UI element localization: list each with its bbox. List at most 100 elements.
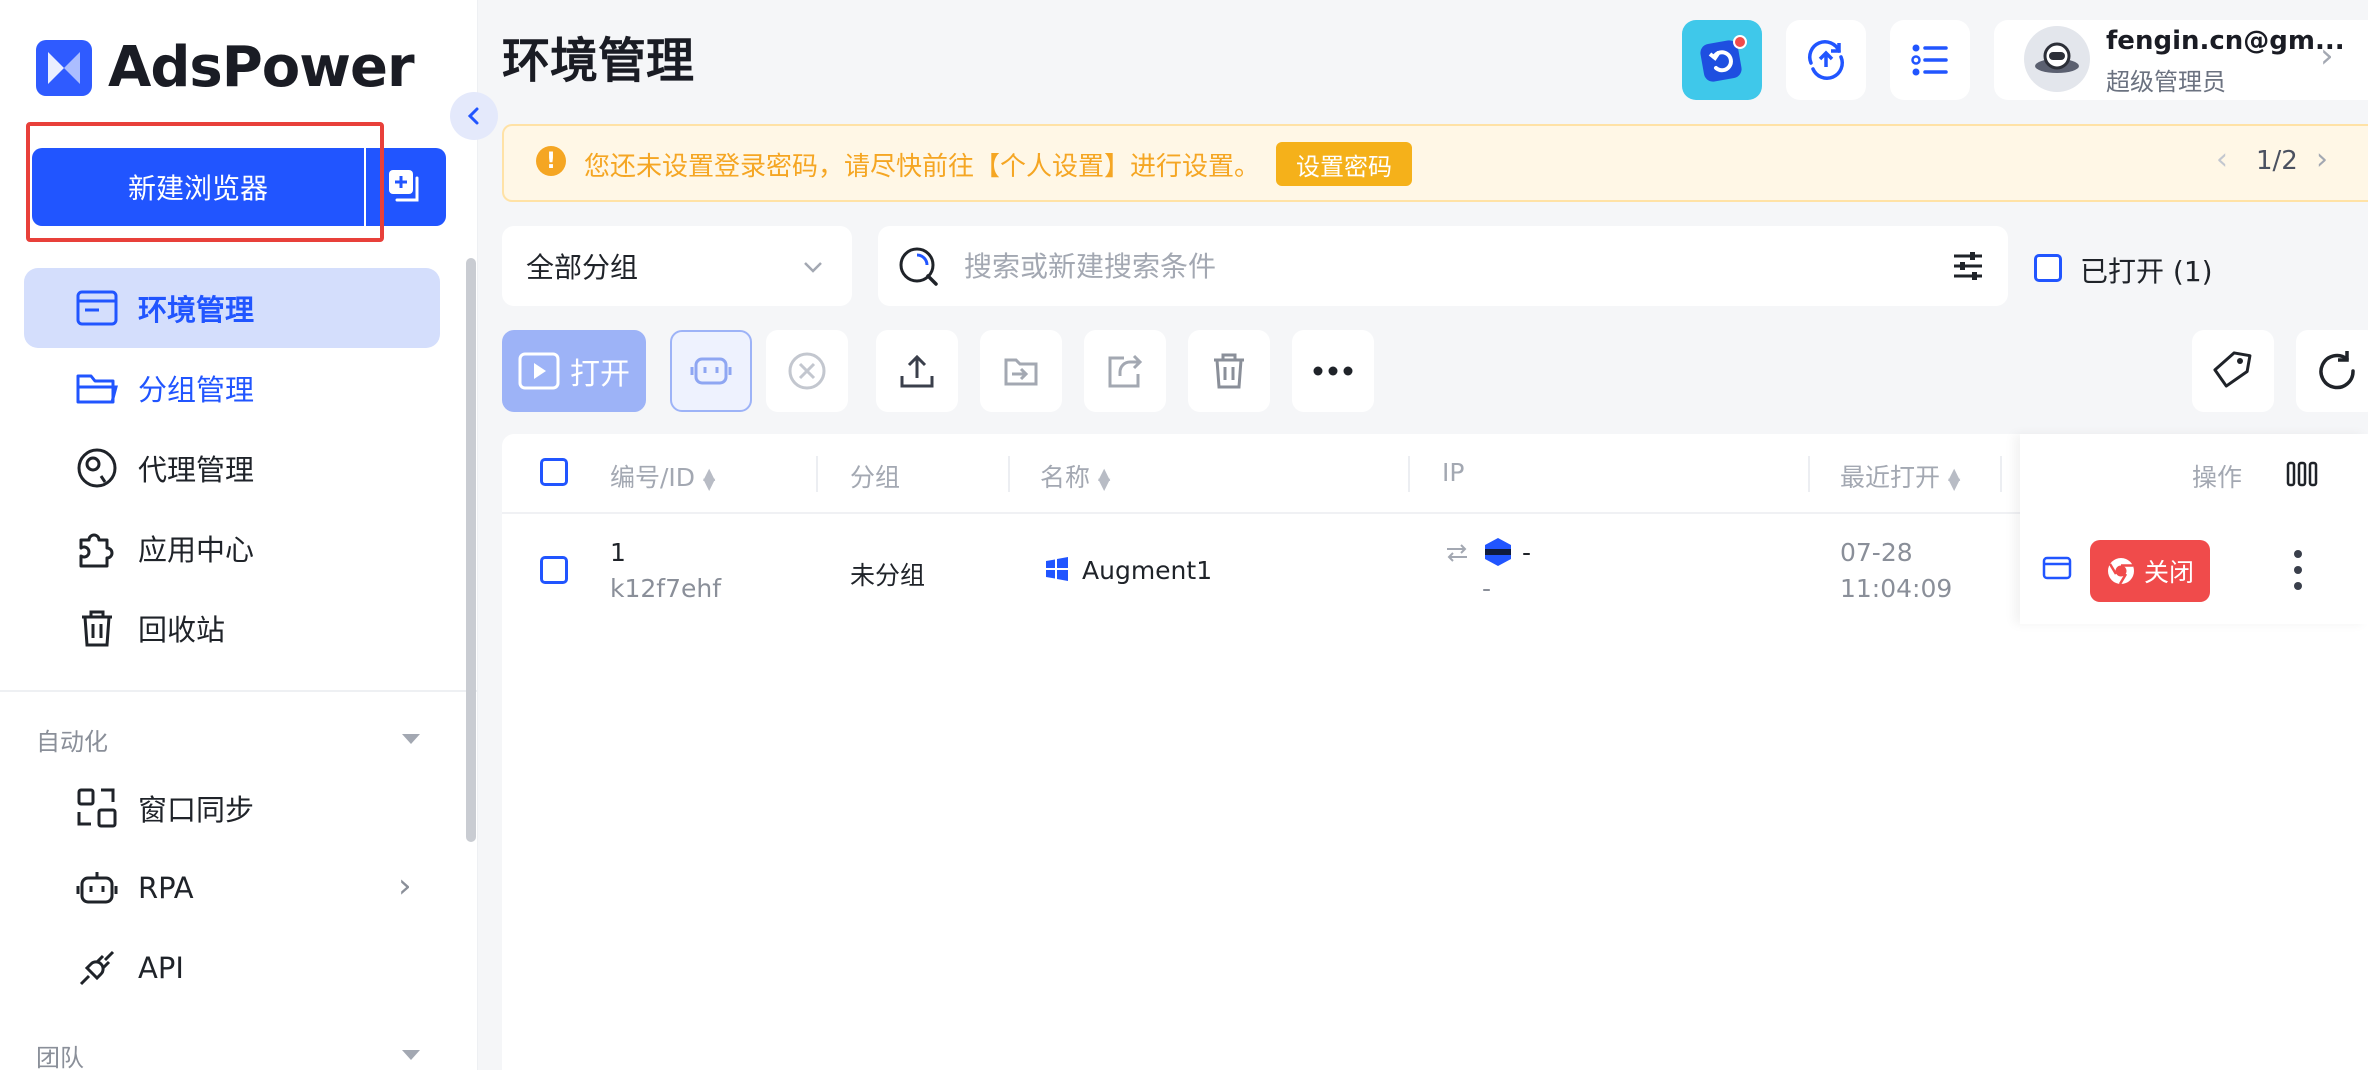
- row-ip: -: [1522, 538, 1532, 567]
- sidebar-item-groups[interactable]: 分组管理: [24, 348, 440, 428]
- sidebar-item-app-center[interactable]: 应用中心: [24, 508, 440, 588]
- sidebar-item-recycle-bin[interactable]: 回收站: [24, 588, 440, 668]
- windows-icon: [1044, 556, 1070, 586]
- trash-icon: [1214, 353, 1244, 389]
- column-divider: [1008, 456, 1010, 492]
- sidebar-item-label: 回收站: [138, 613, 226, 647]
- sidebar-item-label: API: [138, 951, 184, 985]
- window-focus-icon[interactable]: [2042, 556, 2072, 586]
- row-last-open-date: 07-28: [1840, 538, 1913, 567]
- close-browser-button[interactable]: 关闭: [2090, 540, 2210, 602]
- delete-button[interactable]: [1188, 330, 1270, 412]
- row-more-icon[interactable]: [2294, 550, 2302, 558]
- close-circle-icon: [788, 352, 826, 390]
- column-header-id[interactable]: 编号/ID ▲ ▼: [610, 458, 715, 494]
- sidebar-item-label: RPA: [138, 871, 194, 905]
- folder-icon: [74, 365, 120, 411]
- more-horizontal-icon: [1313, 366, 1353, 376]
- column-header-last-open[interactable]: 最近打开 ▲ ▼: [1840, 458, 1960, 494]
- socks5-proxy-icon: [1482, 536, 1514, 572]
- sync-upload-icon: [1808, 40, 1844, 80]
- filter-settings-icon[interactable]: [1950, 248, 1986, 288]
- app-name: AdsPower: [108, 35, 415, 100]
- move-in-icon: [1004, 358, 1038, 386]
- chevron-right-icon: ›: [398, 866, 412, 906]
- share-icon: [1108, 354, 1143, 388]
- row-checkbox[interactable]: [540, 556, 568, 584]
- caret-down-icon[interactable]: [402, 1050, 420, 1060]
- more-actions-button[interactable]: [1292, 330, 1374, 412]
- robot-icon: [74, 865, 120, 911]
- sidebar-scrollbar[interactable]: [466, 258, 476, 842]
- row-last-open-time: 11:04:09: [1840, 574, 1953, 603]
- close-button-label: 关闭: [2143, 558, 2194, 587]
- select-all-checkbox[interactable]: [540, 458, 568, 486]
- tag-icon: [2213, 351, 2252, 388]
- opened-filter-label[interactable]: 已打开 (1): [2080, 250, 2213, 290]
- opened-filter-checkbox[interactable]: [2034, 254, 2062, 282]
- sync-button[interactable]: [1786, 20, 1866, 100]
- add-copy-icon: [389, 170, 419, 202]
- sidebar-item-label: 窗口同步: [138, 793, 255, 827]
- column-divider: [1408, 456, 1410, 492]
- sidebar-item-window-sync[interactable]: 窗口同步: [24, 768, 440, 848]
- user-role: 超级管理员: [2106, 68, 2226, 96]
- row-id: k12f7ehf: [610, 574, 722, 603]
- avatar[interactable]: [2024, 26, 2090, 92]
- task-list-button[interactable]: [1890, 20, 1970, 100]
- collapse-sidebar-button[interactable]: [450, 92, 498, 140]
- sidebar-item-label: 代理管理: [138, 453, 255, 487]
- sort-icon[interactable]: ▲ ▼: [1948, 466, 1960, 492]
- caret-down-icon[interactable]: [402, 734, 420, 744]
- search-icon: [896, 244, 942, 294]
- column-header-actions: 操作: [2192, 463, 2243, 492]
- sidebar-item-environments[interactable]: 环境管理: [24, 268, 440, 348]
- sidebar-item-proxies[interactable]: 代理管理: [24, 428, 440, 508]
- move-to-group-button[interactable]: [980, 330, 1062, 412]
- chevron-down-icon: [800, 254, 826, 284]
- chevron-left-icon[interactable]: ‹: [2216, 142, 2228, 177]
- column-settings-icon[interactable]: [2286, 460, 2318, 492]
- automation-section-title: 自动化: [36, 728, 108, 756]
- sidebar: AdsPower 新建浏览器 环境管理 分组管理 代理管理 应用中心 回收站 自…: [0, 0, 498, 1070]
- column-header-ip: IP: [1442, 458, 1465, 487]
- sort-icon[interactable]: ▲ ▼: [703, 466, 715, 492]
- share-button[interactable]: [1084, 330, 1166, 412]
- row-name[interactable]: Augment1: [1082, 556, 1212, 585]
- window-sync-icon: [74, 785, 120, 831]
- user-email: fengin.cn@gm...: [2106, 26, 2345, 56]
- chevron-right-icon[interactable]: ›: [2316, 142, 2328, 177]
- chrome-icon: [2107, 558, 2134, 585]
- group-select-value: 全部分组: [526, 251, 639, 284]
- upload-button[interactable]: [876, 330, 958, 412]
- open-browser-button[interactable]: 打开: [502, 330, 646, 412]
- row-more-icon[interactable]: [2294, 566, 2302, 574]
- sidebar-item-label: 应用中心: [138, 533, 255, 567]
- search-input[interactable]: [964, 240, 1924, 292]
- row-more-icon[interactable]: [2294, 582, 2302, 590]
- swap-arrows-icon: [1444, 540, 1470, 570]
- play-window-icon: [518, 352, 560, 390]
- sidebar-item-api[interactable]: API: [24, 928, 440, 1008]
- puzzle-icon: [74, 525, 120, 571]
- refresh-button[interactable]: [2296, 330, 2368, 412]
- close-all-button[interactable]: [766, 330, 848, 412]
- sort-icon[interactable]: ▲ ▼: [1098, 466, 1110, 492]
- rpa-task-button[interactable]: [670, 330, 752, 412]
- robot-icon: [690, 357, 732, 385]
- plug-icon: [74, 945, 120, 991]
- globe-proxy-icon: [74, 445, 120, 491]
- set-password-button[interactable]: 设置密码: [1276, 142, 1412, 186]
- tag-button[interactable]: [2192, 330, 2274, 412]
- open-button-label: 打开: [570, 357, 630, 392]
- chevron-right-icon[interactable]: ›: [2320, 36, 2334, 76]
- column-header-group: 分组: [850, 463, 901, 492]
- sidebar-item-rpa[interactable]: RPA: [24, 848, 440, 928]
- notice-text: 您还未设置登录密码，请尽快前往【个人设置】进行设置。: [584, 152, 1261, 182]
- row-ip-sub: -: [1482, 574, 1492, 603]
- promo-app-button[interactable]: [1682, 20, 1762, 100]
- astronaut-avatar-icon: [2035, 42, 2079, 73]
- column-header-name[interactable]: 名称 ▲ ▼: [1040, 458, 1110, 494]
- sidebar-item-label: 环境管理: [138, 293, 255, 327]
- trash-icon: [74, 605, 120, 651]
